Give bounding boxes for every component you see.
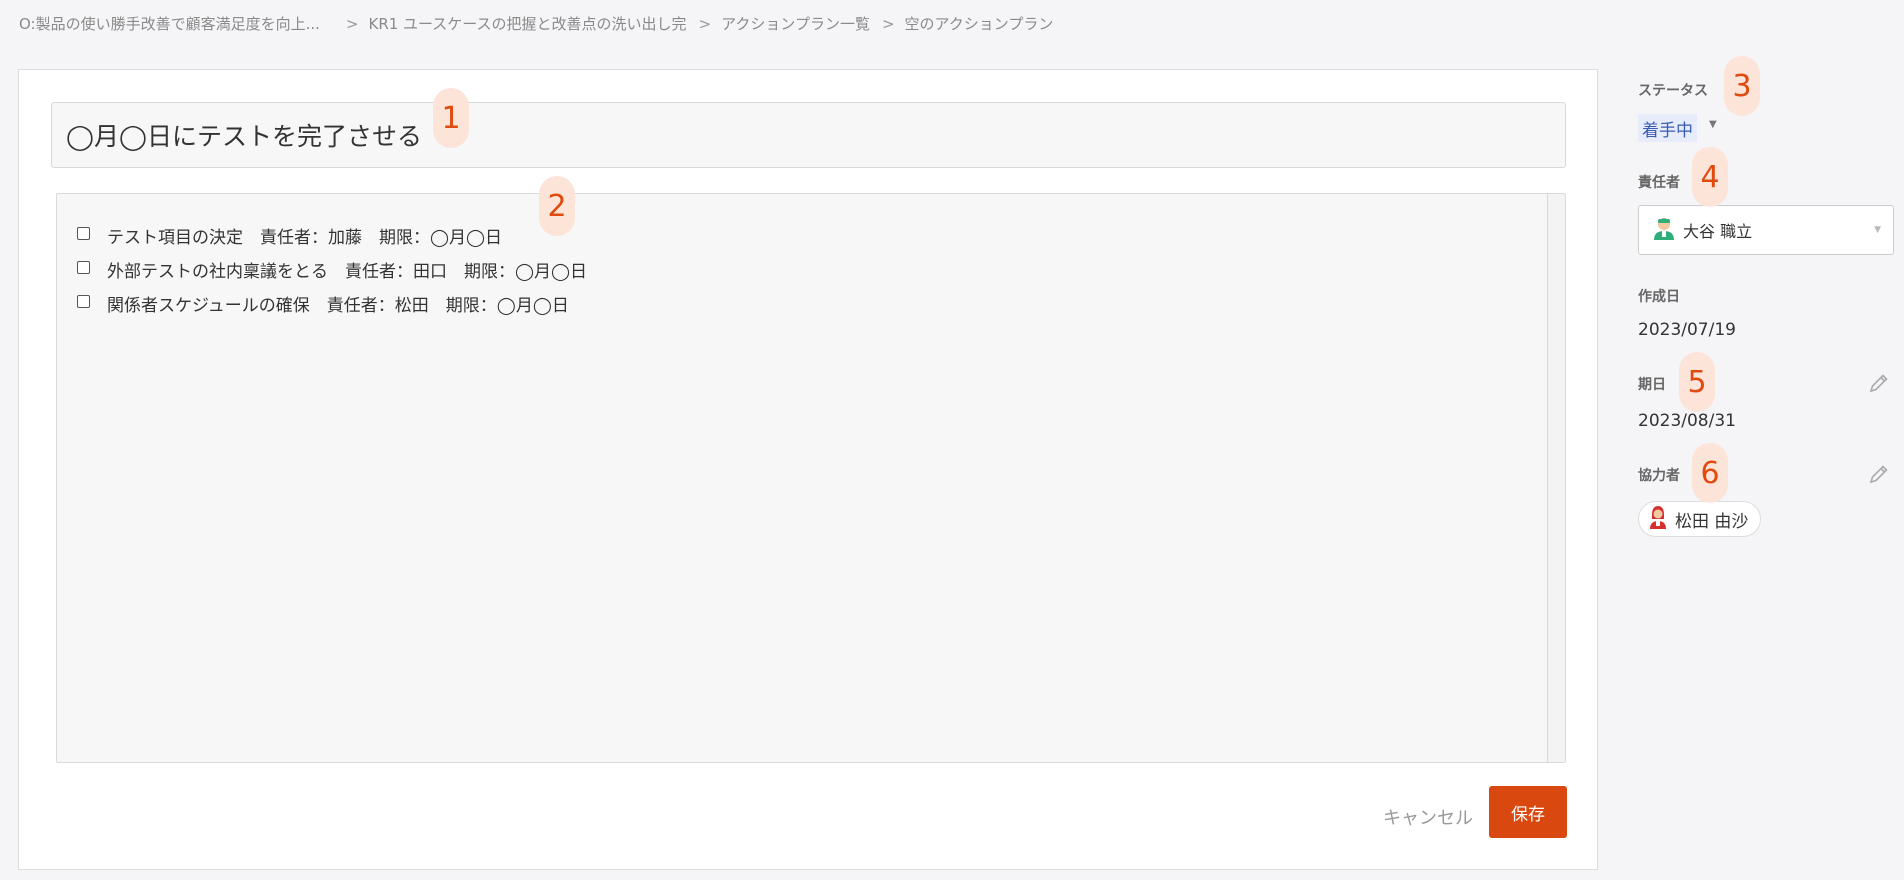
editor-scrollbar[interactable] xyxy=(1547,194,1565,762)
checklist-item: 関係者スケジュールの確保 責任者：松田 期限：◯月◯日 xyxy=(77,286,587,320)
checklist-item-text: テスト項目の決定 責任者：加藤 期限：◯月◯日 xyxy=(107,227,503,248)
checkbox[interactable] xyxy=(77,260,90,274)
cancel-button[interactable]: キャンセル xyxy=(1369,796,1487,838)
chevron-down-icon: ▼ xyxy=(1874,225,1881,235)
annotation-marker: 4 xyxy=(1692,147,1728,207)
avatar xyxy=(1649,505,1667,534)
breadcrumb-separator: > xyxy=(345,14,359,33)
collaborators-label: 協力者 xyxy=(1638,468,1680,484)
avatar xyxy=(1653,216,1675,244)
checklist-item: 外部テストの社内稟議をとる 責任者：田口 期限：◯月◯日 xyxy=(77,252,587,286)
annotation-marker: 1 xyxy=(433,88,469,148)
breadcrumb-separator: > xyxy=(881,14,895,33)
title-input[interactable]: ◯月◯日にテストを完了させる xyxy=(51,102,1566,168)
assignee-name: 大谷 職立 xyxy=(1683,222,1753,241)
due-date-value[interactable]: 2023/08/31 xyxy=(1638,411,1736,431)
annotation-marker: 2 xyxy=(539,176,575,236)
assignee-select[interactable]: 大谷 職立 ▼ xyxy=(1638,205,1894,255)
assignee-label: 責任者 xyxy=(1638,175,1680,191)
breadcrumb-current-plan: 空のアクションプラン xyxy=(904,15,1054,33)
status-badge[interactable]: 着手中 xyxy=(1638,114,1697,142)
checklist: テスト項目の決定 責任者：加藤 期限：◯月◯日 外部テストの社内稟議をとる 責任… xyxy=(77,218,587,320)
breadcrumb-key-result[interactable]: KR1 ユースケースの把握と改善点の洗い出し完 xyxy=(368,13,686,34)
annotation-marker: 3 xyxy=(1724,56,1760,116)
breadcrumb-separator: > xyxy=(698,14,712,33)
due-date-label: 期日 xyxy=(1638,377,1666,393)
edit-due-date-icon[interactable] xyxy=(1868,372,1890,394)
checklist-item-text: 外部テストの社内稟議をとる 責任者：田口 期限：◯月◯日 xyxy=(107,261,588,282)
annotation-marker: 5 xyxy=(1679,352,1715,412)
save-button[interactable]: 保存 xyxy=(1489,786,1567,838)
status-label: ステータス xyxy=(1638,83,1708,99)
created-date-value: 2023/07/19 xyxy=(1638,320,1736,340)
edit-collaborators-icon[interactable] xyxy=(1868,463,1890,485)
created-date-label: 作成日 xyxy=(1638,289,1680,305)
action-plan-panel: ◯月◯日にテストを完了させる テスト項目の決定 責任者：加藤 期限：◯月◯日 外… xyxy=(18,69,1598,870)
checklist-item-text: 関係者スケジュールの確保 責任者：松田 期限：◯月◯日 xyxy=(107,295,569,316)
breadcrumb-objective[interactable]: O:製品の使い勝手改善で顧客満足度を向上... xyxy=(19,13,320,34)
collaborator-chip[interactable]: 松田 由沙 xyxy=(1638,501,1762,537)
collaborator-name: 松田 由沙 xyxy=(1675,511,1749,532)
checkbox[interactable] xyxy=(77,294,90,308)
caret-down-icon[interactable]: ▼ xyxy=(1709,119,1717,130)
breadcrumb: O:製品の使い勝手改善で顧客満足度を向上... > KR1 ユースケースの把握と… xyxy=(19,13,1053,34)
breadcrumb-action-plan-list[interactable]: アクションプラン一覧 xyxy=(721,13,870,34)
description-editor[interactable]: テスト項目の決定 責任者：加藤 期限：◯月◯日 外部テストの社内稟議をとる 責任… xyxy=(56,193,1566,763)
annotation-marker: 6 xyxy=(1692,443,1728,503)
checklist-item: テスト項目の決定 責任者：加藤 期限：◯月◯日 xyxy=(77,218,587,252)
checkbox[interactable] xyxy=(77,226,90,240)
